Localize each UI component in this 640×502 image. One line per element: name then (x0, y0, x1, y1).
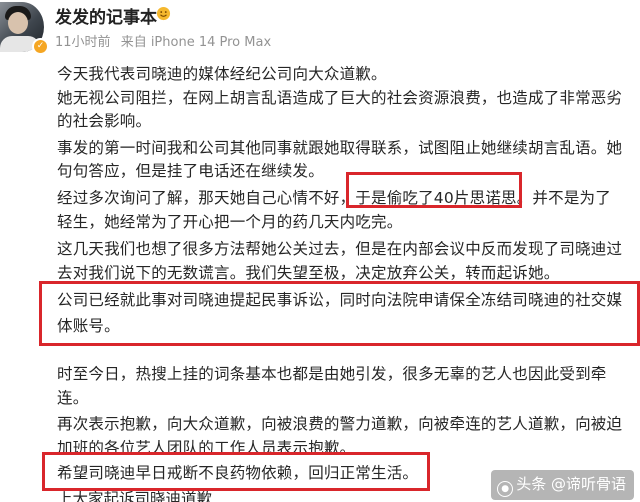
post-line: 时至今日，热搜上挂的词条基本也都是由她引发，很多无辜的艺人也因此受到牵 (57, 365, 607, 383)
post-line: 去对我们说下的无数谎言。我们失望至极，决定放弃公关，转而起诉她。 (57, 264, 560, 282)
smile-badge-icon (156, 6, 171, 21)
username[interactable]: 发发的记事本 (55, 3, 157, 28)
watermark-icon: ● (497, 481, 514, 497)
highlight-box-pills (346, 172, 522, 208)
post-line: 句句答应，但是挂了电话还在继续发。 (57, 162, 324, 180)
post-header: ✓ 发发的记事本 11小时前 来自 iPhone 14 Pro Max (0, 0, 640, 56)
post-line: 的社会影响。 (57, 112, 152, 130)
post-time: 11小时前 (55, 35, 111, 50)
avatar-face (8, 12, 28, 34)
source-watermark: ● 头条 @谛听骨语 (491, 470, 634, 500)
post-line: 这几天我们也想了很多方法帮她公关过去，但是在内部会议中反而发现了司晓迪过 (57, 240, 623, 258)
highlight-box-lawsuit (39, 281, 640, 346)
weibo-post-screenshot: ✓ 发发的记事本 11小时前 来自 iPhone 14 Pro Max 今天我代… (0, 0, 640, 502)
clipped-post-line: 上大家起诉司晓迪道歉 (57, 491, 213, 502)
watermark-text: 头条 @谛听骨语 (516, 475, 626, 493)
verified-badge-icon: ✓ (32, 38, 49, 55)
post-source: 来自 iPhone 14 Pro Max (120, 35, 272, 50)
post-line: 经过多次询问了解，那天她自己心情不好，于是偷吃了40片思诺思。并不是为了 (57, 189, 611, 207)
post-line: 再次表示抱歉，向大众道歉，向被浪费的警力道歉，向被牵连的艺人道歉，向被迫 (57, 415, 623, 433)
post-line: 连。 (57, 389, 89, 407)
post-line: 今天我代表司晓迪的媒体经纪公司向大众道歉。 (57, 65, 387, 83)
post-line: 她无视公司阻拦，在网上胡言乱语造成了巨大的社会资源浪费，也造成了非常恶劣 (57, 89, 623, 107)
post-meta: 11小时前 来自 iPhone 14 Pro Max (55, 31, 277, 50)
post-line: 轻生，她经常为了开心把一个月的药几天内吃完。 (57, 213, 403, 231)
highlight-box-hope (42, 452, 430, 491)
post-line: 事发的第一时间我和公司其他同事就跟她取得联系，试图阻止她继续胡言乱语。她 (57, 139, 623, 157)
